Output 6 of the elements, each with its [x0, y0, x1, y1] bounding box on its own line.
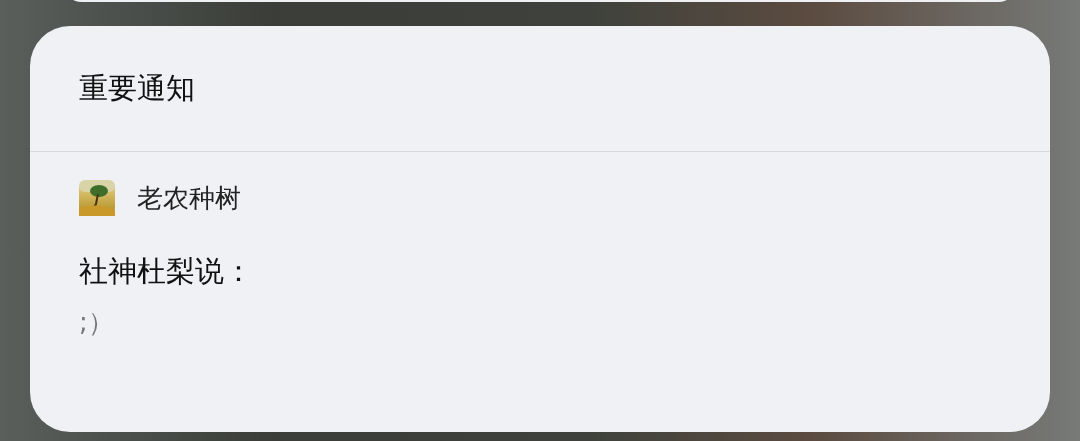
app-icon	[79, 180, 115, 216]
notification-sender: 社神杜梨说：	[79, 253, 254, 290]
notification-message: ;）	[79, 306, 115, 339]
notification-card[interactable]: 重要通知 老农种树 社神杜梨说： ;）	[30, 26, 1050, 432]
app-name: 老农种树	[137, 181, 241, 215]
card-title: 重要通知	[79, 69, 195, 107]
